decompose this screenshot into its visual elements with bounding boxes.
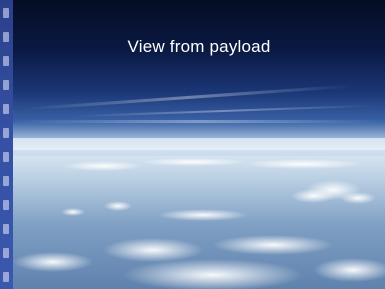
slide-caption: View from payload [127, 37, 271, 56]
slide-side-strip [0, 0, 13, 289]
photo-slide: View from payload [0, 0, 385, 289]
